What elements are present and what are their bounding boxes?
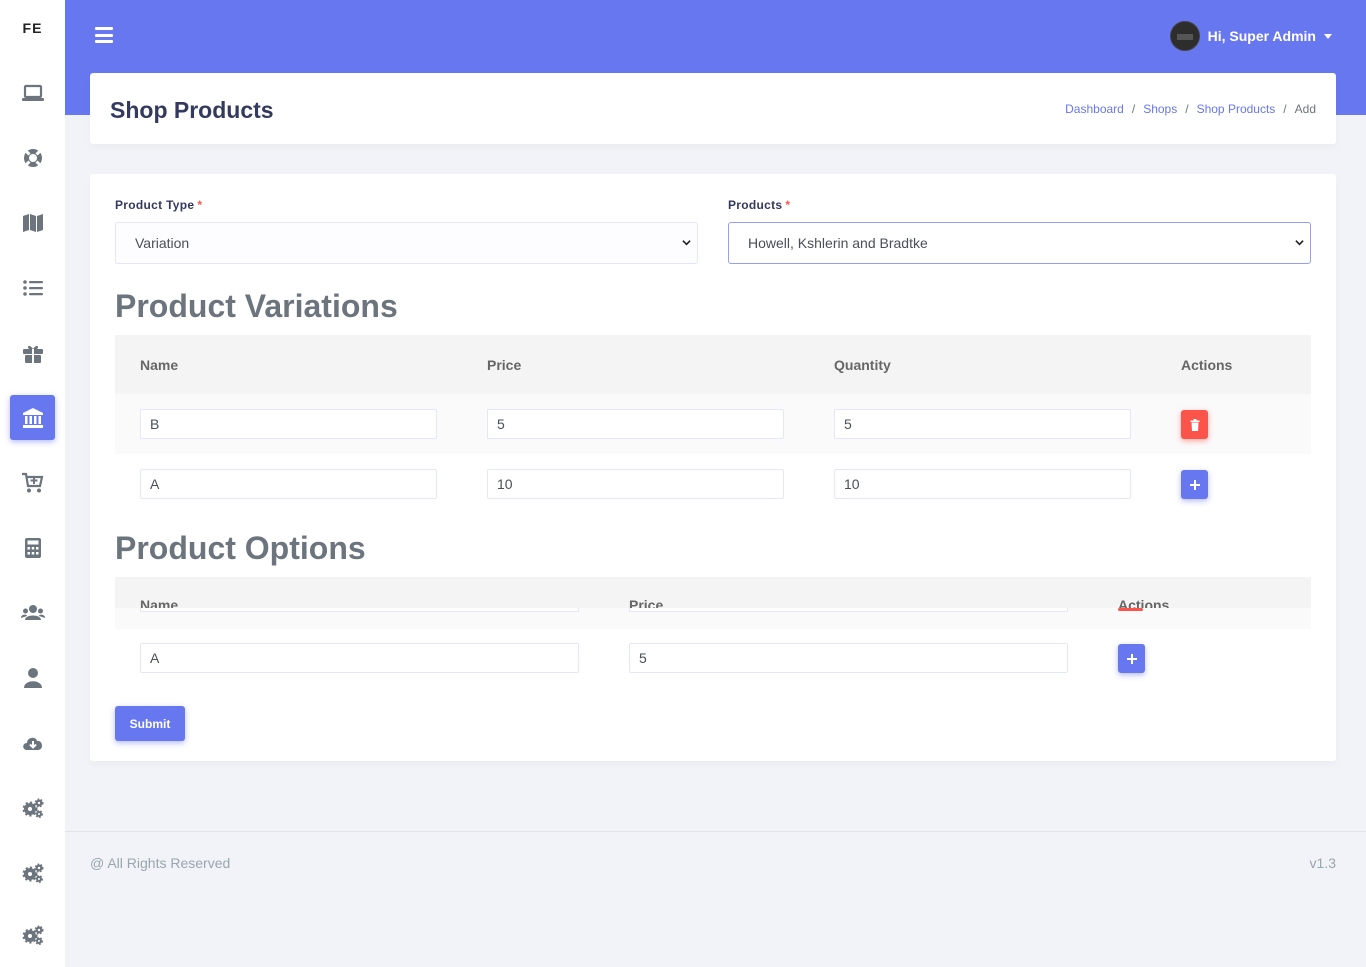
page-header: Shop Products Dashboard / Shops / Shop P… — [90, 73, 1336, 144]
brand-logo[interactable]: FE — [0, 20, 65, 36]
options-header-gap — [115, 608, 1311, 629]
variation-quantity-input[interactable]: 5 — [834, 409, 1131, 439]
variation-quantity-input[interactable]: 10 — [834, 469, 1131, 499]
add-variation-button[interactable] — [1181, 470, 1208, 499]
version-text: v1.3 — [1309, 855, 1336, 871]
add-option-button[interactable] — [1118, 644, 1145, 673]
column-header-name: Name — [140, 357, 179, 373]
option-name-input[interactable]: A — [140, 643, 579, 673]
product-type-value: Variation — [135, 235, 190, 251]
delete-variation-button[interactable] — [1181, 410, 1208, 439]
plus-icon — [1189, 479, 1200, 490]
gift-icon[interactable] — [10, 330, 55, 375]
products-select[interactable]: Howell, Kshlerin and Bradtke — [728, 222, 1311, 264]
table-row: A 5 — [115, 629, 1311, 689]
column-header-name: Name — [140, 597, 179, 608]
product-type-label: Product Type * — [115, 198, 203, 212]
table-row: B 5 5 — [115, 394, 1311, 454]
footer: @ All Rights Reserved v1.3 — [65, 831, 1366, 967]
column-header-quantity: Quantity — [834, 357, 891, 373]
cart-plus-icon[interactable] — [10, 460, 55, 505]
user-greeting: Hi, Super Admin — [1207, 28, 1316, 44]
trash-icon — [1190, 418, 1199, 431]
copyright-text: @ All Rights Reserved — [90, 855, 231, 871]
breadcrumb-shop-products[interactable]: Shop Products — [1197, 102, 1276, 116]
column-header-price: Price — [487, 357, 522, 373]
caret-down-icon — [1324, 33, 1332, 39]
variations-table-header: Name Price Quantity Actions — [115, 335, 1311, 394]
column-header-actions: Actions — [1118, 597, 1170, 608]
product-form-card: Product Type * Variation Products * Howell… — [90, 174, 1336, 761]
avatar — [1169, 21, 1200, 51]
user-icon[interactable] — [10, 655, 55, 700]
options-table-header: Name Price Actions — [115, 577, 1311, 608]
column-header-price: Price — [629, 597, 664, 608]
product-type-select[interactable]: Variation — [115, 222, 698, 264]
menu-toggle-icon[interactable] — [95, 27, 113, 43]
plus-icon — [1126, 653, 1137, 664]
breadcrumb: Dashboard / Shops / Shop Products / Add — [1065, 102, 1316, 116]
variation-price-input[interactable]: 10 — [487, 469, 784, 499]
user-menu[interactable]: Hi, Super Admin — [1169, 21, 1332, 51]
variations-title: Product Variations — [115, 288, 398, 324]
option-price-input[interactable]: 5 — [629, 643, 1068, 673]
options-title: Product Options — [115, 530, 366, 566]
breadcrumb-dashboard[interactable]: Dashboard — [1065, 102, 1124, 116]
variation-price-input[interactable]: 5 — [487, 409, 784, 439]
cogs-icon[interactable] — [10, 850, 55, 895]
bank-icon[interactable] — [10, 395, 55, 440]
laptop-icon[interactable] — [10, 70, 55, 115]
cogs-icon[interactable] — [10, 785, 55, 830]
table-row: A 10 10 — [115, 454, 1311, 514]
page-title: Shop Products — [110, 97, 274, 123]
breadcrumb-shops[interactable]: Shops — [1143, 102, 1177, 116]
variation-name-input[interactable]: A — [140, 469, 437, 499]
chevron-down-icon — [1295, 240, 1304, 246]
variation-name-input[interactable]: B — [140, 409, 437, 439]
cogs-icon[interactable] — [10, 912, 55, 957]
products-value: Howell, Kshlerin and Bradtke — [748, 235, 928, 251]
life-ring-icon[interactable] — [10, 135, 55, 180]
sidebar: FE — [0, 0, 65, 967]
list-icon[interactable] — [10, 265, 55, 310]
chevron-down-icon — [682, 240, 691, 246]
cloud-download-icon[interactable] — [10, 720, 55, 765]
submit-button[interactable]: Submit — [115, 706, 185, 741]
column-header-actions: Actions — [1181, 357, 1233, 373]
breadcrumb-current: Add — [1294, 102, 1316, 116]
calculator-icon[interactable] — [10, 525, 55, 570]
products-label: Products * — [728, 198, 791, 212]
map-icon[interactable] — [10, 200, 55, 245]
users-icon[interactable] — [10, 590, 55, 635]
